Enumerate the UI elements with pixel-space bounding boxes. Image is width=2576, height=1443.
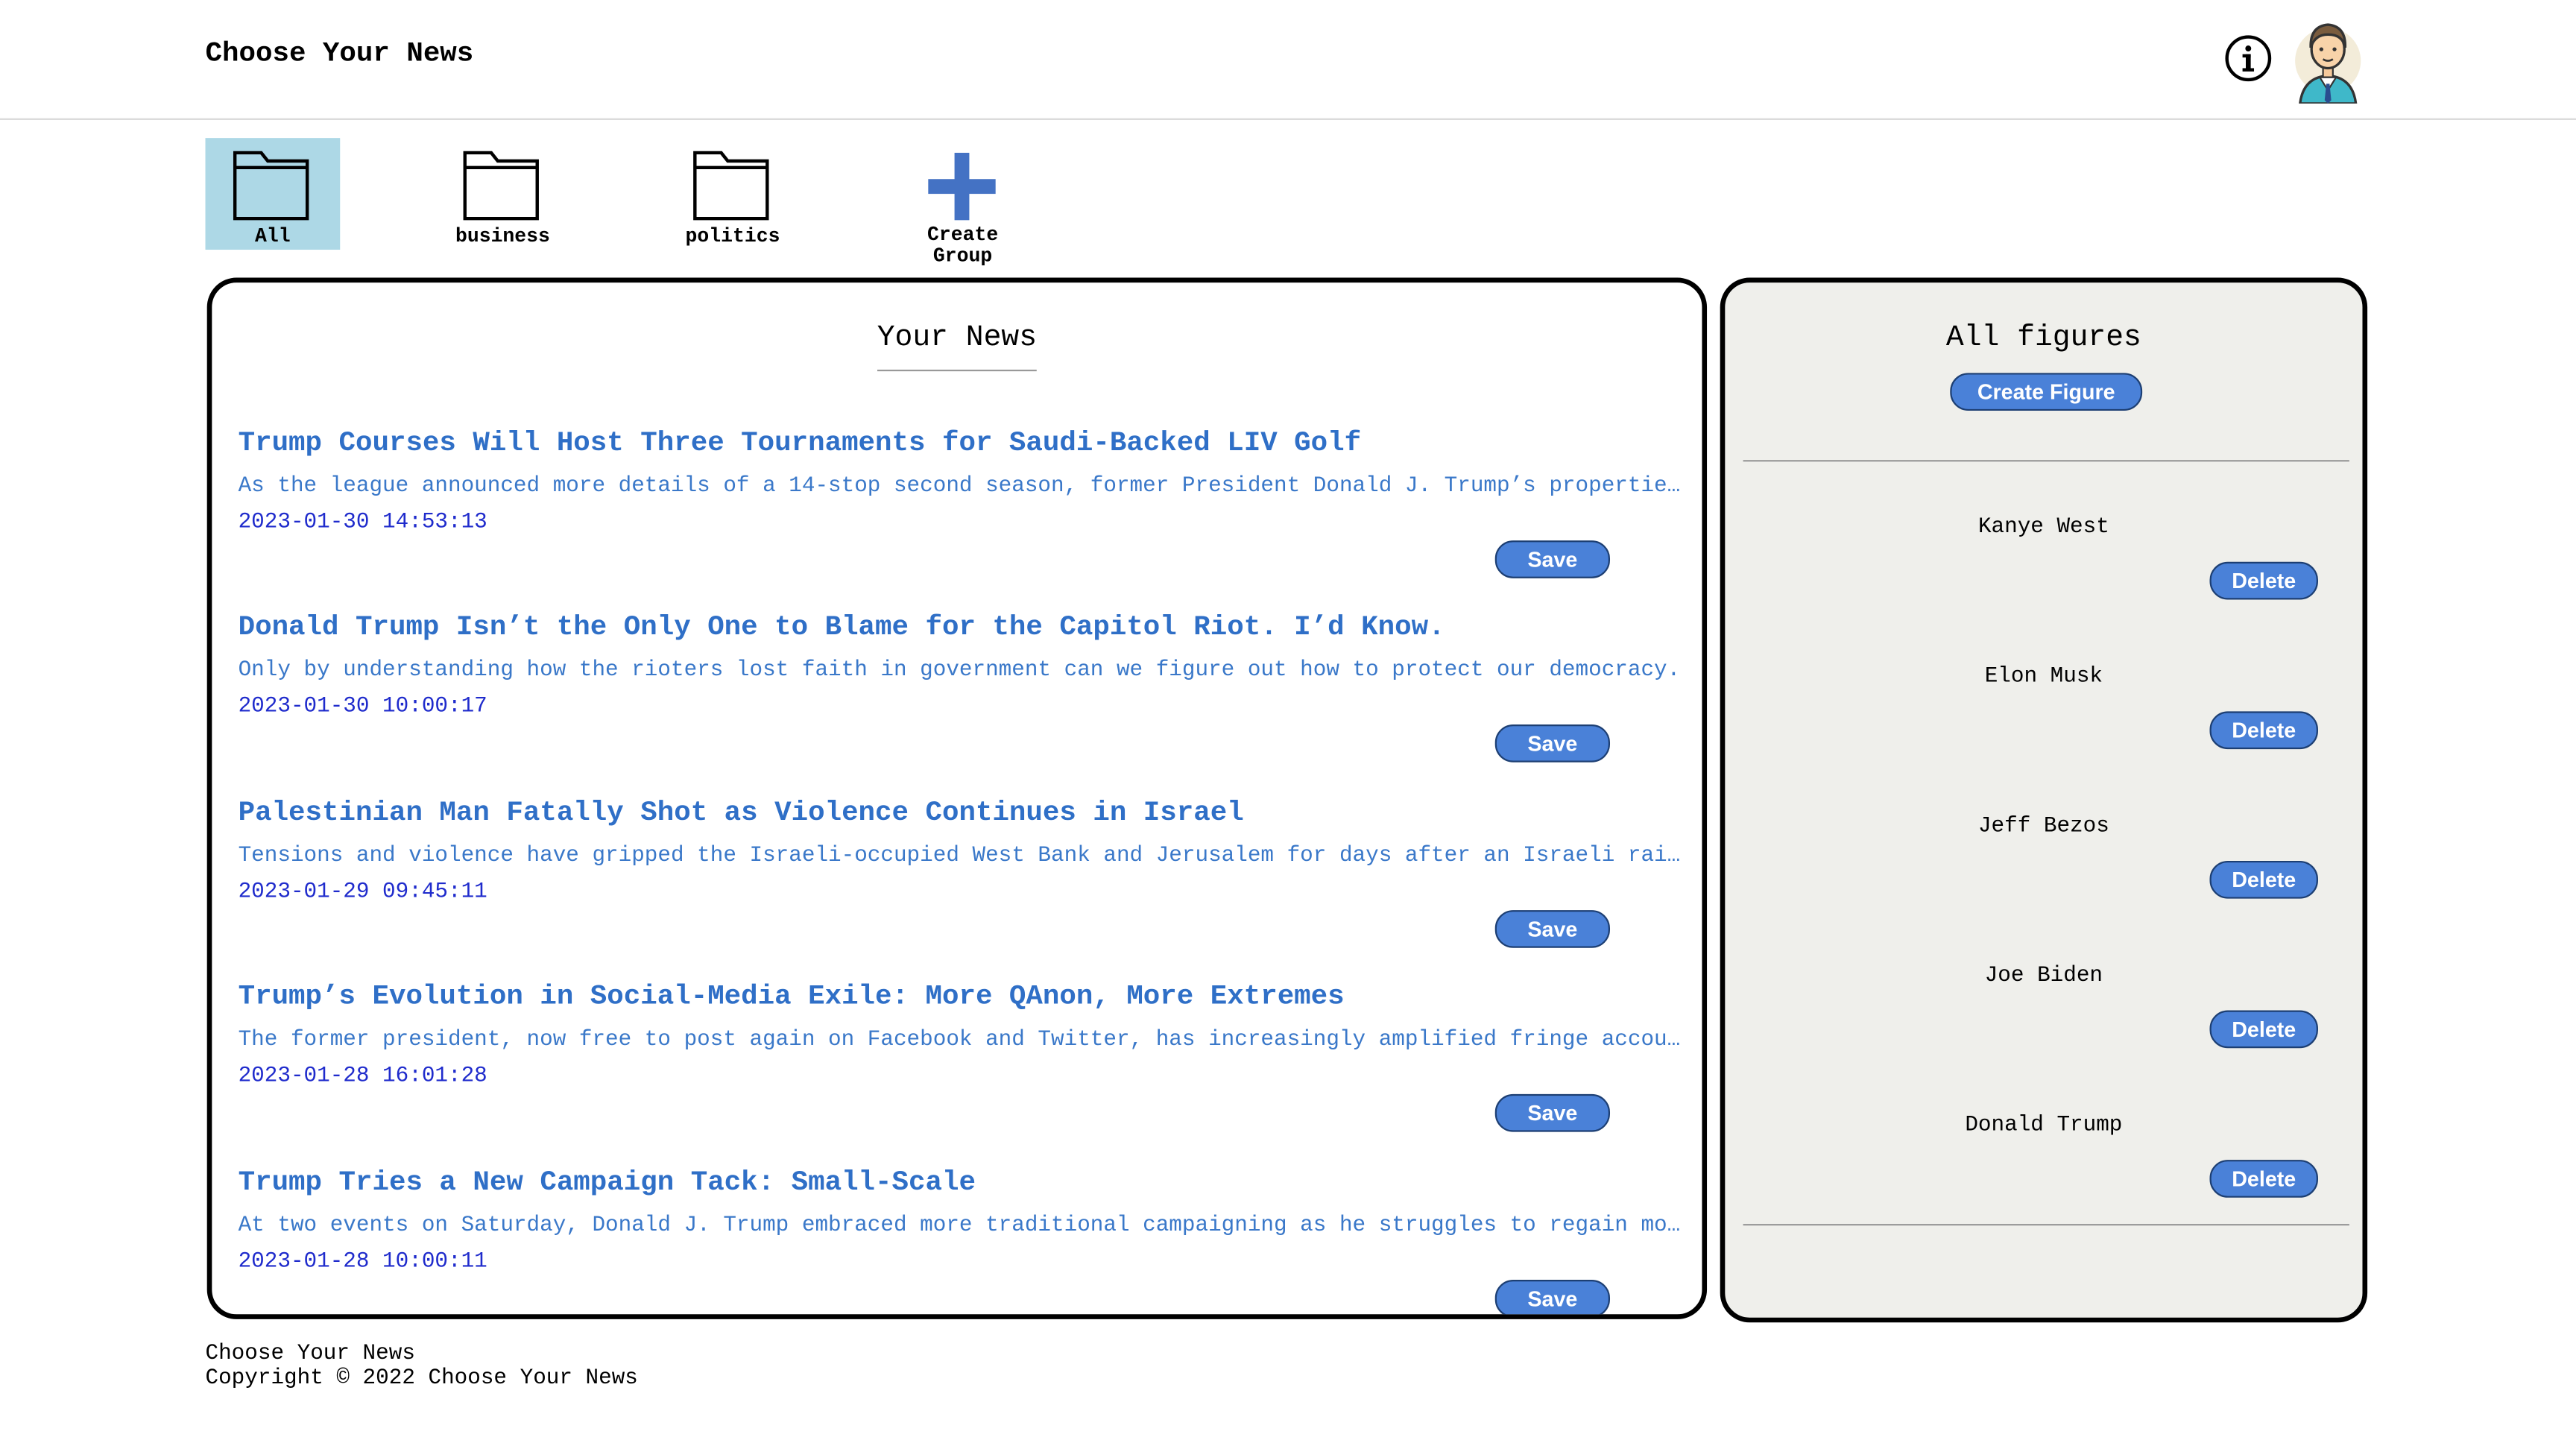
group-label: business (455, 224, 550, 248)
figure-item: Donald Trump Delete (1725, 1112, 2362, 1260)
group-politics[interactable]: politics (666, 138, 801, 250)
news-description: As the league announced more details of … (238, 473, 1685, 498)
delete-button[interactable]: Delete (2209, 860, 2318, 899)
app-header: Choose Your News (0, 0, 2576, 120)
figure-item: Kanye West Delete (1725, 514, 2362, 662)
news-description: Only by understanding how the rioters lo… (238, 657, 1681, 682)
news-headline-link[interactable]: Trump Courses Will Host Three Tournament… (239, 429, 1362, 460)
news-item: Palestinian Man Fatally Shot as Violence… (238, 798, 1685, 982)
group-all[interactable]: All (205, 138, 341, 250)
news-headline-link[interactable]: Trump’s Evolution in Social-Media Exile:… (239, 982, 1345, 1014)
delete-button[interactable]: Delete (2209, 711, 2318, 750)
news-date: 2023-01-28 10:00:11 (238, 1248, 487, 1274)
divider (1743, 460, 2349, 462)
save-button[interactable]: Save (1494, 1279, 1611, 1315)
user-avatar-icon[interactable] (2294, 15, 2363, 105)
figure-item: Joe Biden Delete (1725, 963, 2362, 1111)
news-date: 2023-01-28 16:01:28 (238, 1063, 487, 1088)
news-item: Trump Tries a New Campaign Tack: Small-S… (238, 1168, 1685, 1315)
save-button[interactable]: Save (1494, 540, 1611, 578)
create-group-button[interactable]: Create Group (895, 138, 1030, 267)
save-button[interactable]: Save (1494, 724, 1611, 762)
figure-item: Elon Musk Delete (1725, 663, 2362, 811)
footer: Choose Your News Copyright © 2022 Choose… (206, 1341, 638, 1390)
delete-button[interactable]: Delete (2209, 1010, 2318, 1049)
figure-name: Donald Trump (1965, 1112, 2123, 1137)
plus-icon (928, 152, 996, 221)
delete-button[interactable]: Delete (2209, 1160, 2318, 1198)
folder-icon (233, 151, 309, 221)
info-circle-icon[interactable] (2224, 34, 2272, 82)
news-description: The former president, now free to post a… (238, 1026, 1685, 1052)
divider (1743, 1224, 2349, 1226)
news-headline-link[interactable]: Donald Trump Isn’t the Only One to Blame… (239, 613, 1445, 644)
group-business[interactable]: business (435, 138, 570, 250)
footer-copyright: Copyright © 2022 Choose Your News (205, 1365, 638, 1390)
news-date: 2023-01-29 09:45:11 (238, 879, 487, 904)
figure-name: Kanye West (1977, 514, 2109, 539)
news-item: Trump’s Evolution in Social-Media Exile:… (238, 982, 1685, 1166)
create-figure-button[interactable]: Create Figure (1950, 373, 2143, 411)
delete-button[interactable]: Delete (2209, 561, 2318, 600)
news-panel-title-text: Your News (877, 322, 1038, 372)
folder-icon (463, 151, 539, 221)
figures-panel-title: All figures (1945, 322, 2141, 356)
figure-name: Joe Biden (1984, 962, 2103, 988)
footer-brand: Choose Your News (205, 1340, 415, 1365)
news-date: 2023-01-30 14:53:13 (238, 509, 487, 534)
news-headline-link[interactable]: Trump Tries a New Campaign Tack: Small-S… (239, 1168, 976, 1199)
group-label: All (255, 224, 291, 248)
news-panel: Your News Trump Courses Will Host Three … (206, 277, 1708, 1319)
save-button[interactable]: Save (1494, 1093, 1611, 1132)
figure-item: Jeff Bezos Delete (1725, 813, 2362, 961)
news-panel-title: Your News (212, 322, 1702, 372)
figures-panel: All figures Create Figure Kanye West Del… (1720, 277, 2368, 1323)
news-description: Tensions and violence have gripped the I… (238, 842, 1685, 868)
news-description: At two events on Saturday, Donald J. Tru… (238, 1212, 1685, 1237)
news-date: 2023-01-30 10:00:17 (238, 693, 487, 719)
group-label: politics (685, 224, 780, 248)
news-item: Donald Trump Isn’t the Only One to Blame… (239, 613, 1685, 797)
folder-icon (693, 151, 769, 221)
save-button[interactable]: Save (1494, 910, 1611, 948)
news-headline-link[interactable]: Palestinian Man Fatally Shot as Violence… (239, 798, 1244, 830)
figure-name: Jeff Bezos (1977, 813, 2109, 839)
news-item: Trump Courses Will Host Three Tournament… (238, 429, 1685, 613)
figure-name: Elon Musk (1984, 663, 2103, 689)
group-label: Create Group (926, 223, 999, 268)
app-title[interactable]: Choose Your News (206, 40, 474, 71)
